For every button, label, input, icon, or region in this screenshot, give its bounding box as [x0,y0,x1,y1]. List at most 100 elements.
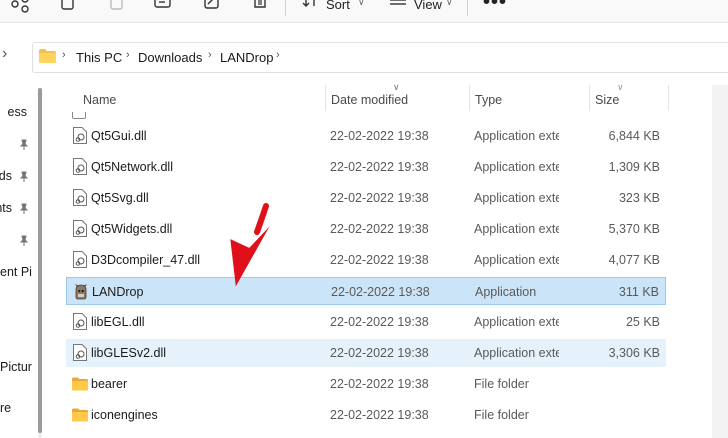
pin-icon [19,203,29,214]
dll-file-icon [72,313,88,330]
sidebar-scrollbar-thumb[interactable] [38,88,42,433]
paste-icon[interactable] [107,0,127,14]
navigate-back-icon[interactable]: › [2,45,7,63]
file-type: Application exten... [474,129,559,143]
file-date: 22-02-2022 19:38 [330,191,429,205]
file-date: 22-02-2022 19:38 [330,222,429,236]
folder-row[interactable]: iconengines 22-02-2022 19:38 File folder [66,401,666,429]
file-row-selected[interactable]: LANDrop 22-02-2022 19:38 Application 311… [66,277,666,305]
file-size: 25 KB [625,315,660,329]
file-name: Qt5Gui.dll [91,129,147,143]
folder-icon [72,375,88,392]
file-row[interactable]: Qt5Network.dll 22-02-2022 19:38 Applicat… [66,153,666,181]
toolbar-separator [285,0,286,16]
column-headers: Name ∨ Date modified Type ∨ Size [0,82,728,111]
file-size: 3,306 KB [608,346,660,360]
edit-share-icon[interactable] [202,0,222,14]
file-type: Application exten... [474,160,559,174]
file-name: Qt5Svg.dll [91,191,149,205]
file-date: 22-02-2022 19:38 [330,408,429,422]
pin-icon [19,235,29,246]
chevron-down-icon[interactable]: ∨ [446,0,453,8]
column-header-size[interactable]: Size [595,93,619,107]
sidebar-item-pictures[interactable]: Pictur [0,360,32,374]
file-type: File folder [474,377,529,391]
sidebar-item-more[interactable]: re [0,401,27,415]
file-size: 1,309 KB [608,160,660,174]
dll-file-icon [72,189,88,206]
pin-icon [19,139,29,150]
address-bar[interactable]: › This PC › Downloads › LANDrop › [32,42,728,73]
command-bar: Sort ∨ View ∨ ••• [0,0,728,23]
file-date: 22-02-2022 19:38 [330,315,429,329]
dll-file-icon [72,158,88,175]
file-date: 22-02-2022 19:38 [330,129,429,143]
file-row-hover[interactable]: libGLESv2.dll 22-02-2022 19:38 Applicati… [66,339,666,367]
file-type: Application exten... [474,253,559,267]
file-type: File folder [474,408,529,422]
breadcrumb-landrop[interactable]: LANDrop [220,50,273,65]
file-name: LANDrop [92,285,144,299]
chevron-right-icon[interactable]: › [126,49,130,61]
dll-file-icon [72,127,88,144]
sidebar-item-downloads[interactable]: ds [0,169,12,183]
dll-file-icon [72,251,88,268]
file-date: 22-02-2022 19:38 [330,377,429,391]
file-size: 4,077 KB [608,253,660,267]
file-size: 323 KB [618,191,660,205]
view-button[interactable]: View [414,0,442,12]
file-date: 22-02-2022 19:38 [331,285,430,299]
main-scrollbar[interactable] [712,85,728,438]
file-size: 6,844 KB [608,129,660,143]
toolbar-separator [467,0,468,16]
file-name: iconengines [91,408,158,422]
column-divider[interactable] [325,85,326,111]
dll-file-icon [72,112,86,119]
file-size: 5,370 KB [608,222,660,236]
breadcrumb-this-pc[interactable]: This PC [76,50,122,65]
folder-icon [72,406,88,423]
file-size: 311 KB [618,285,659,299]
file-date: 22-02-2022 19:38 [330,346,429,360]
file-type: Application exten... [474,346,559,360]
more-options-button[interactable]: ••• [483,0,507,14]
navigation-pane: ess ds nts ent Pi Pictur re [0,88,38,438]
chevron-down-icon: ∨ [617,82,624,92]
file-name: bearer [91,377,128,391]
file-name: libGLESv2.dll [91,346,167,360]
chevron-down-icon[interactable]: ∨ [358,0,365,8]
file-row[interactable]: D3Dcompiler_47.dll 22-02-2022 19:38 Appl… [66,246,666,274]
view-icon[interactable] [388,0,408,14]
column-divider[interactable] [589,85,590,111]
column-header-type[interactable]: Type [475,93,502,107]
file-row[interactable]: libEGL.dll 22-02-2022 19:38 Application … [66,308,666,336]
file-row[interactable]: Qt5Gui.dll 22-02-2022 19:38 Application … [66,122,666,150]
folder-row[interactable]: bearer 22-02-2022 19:38 File folder [66,370,666,398]
rename-icon[interactable] [153,0,173,14]
delete-icon[interactable] [250,0,270,14]
chevron-right-icon[interactable]: › [62,49,66,61]
sidebar-item-recent[interactable]: ent Pi [0,265,32,279]
file-date: 22-02-2022 19:38 [330,253,429,267]
sort-indicator-icon: ∨ [393,82,400,92]
dll-file-icon [72,344,88,361]
file-row[interactable]: Qt5Svg.dll 22-02-2022 19:38 Application … [66,184,666,212]
column-header-date[interactable]: Date modified [331,93,408,107]
file-date: 22-02-2022 19:38 [330,160,429,174]
sort-icon[interactable] [301,0,321,14]
chevron-right-icon[interactable]: › [276,49,280,61]
chevron-right-icon[interactable]: › [208,49,212,61]
sort-button[interactable]: Sort [326,0,350,12]
dll-file-icon [72,220,88,237]
column-header-name[interactable]: Name [83,93,116,107]
file-row[interactable]: Qt5Widgets.dll 22-02-2022 19:38 Applicat… [66,215,666,243]
sidebar-item-documents[interactable]: nts [0,201,12,215]
app-icon [73,283,89,300]
copy-icon[interactable] [58,0,78,14]
breadcrumb-downloads[interactable]: Downloads [138,50,202,65]
share-icon[interactable] [10,0,30,14]
file-type: Application exten... [474,315,559,329]
column-divider[interactable] [668,85,669,111]
file-type: Application [475,285,537,299]
column-divider[interactable] [469,85,470,111]
